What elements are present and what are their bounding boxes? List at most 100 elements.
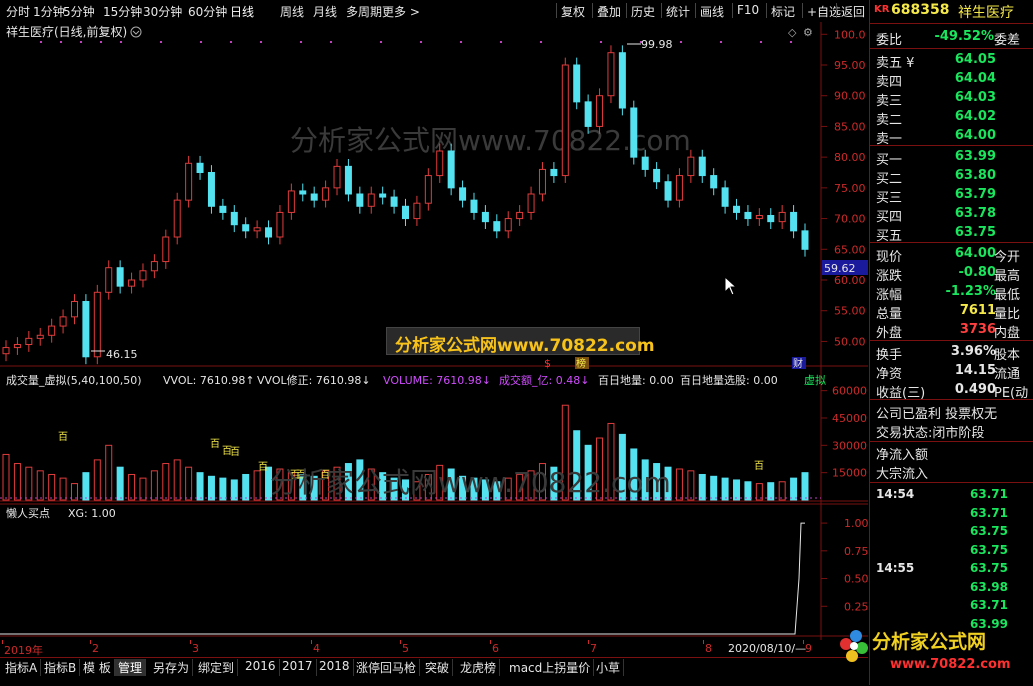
indicator-tab-7[interactable]: 2017 (279, 659, 317, 676)
volume-metric: VVOL修正: 7610.98↓ (257, 373, 371, 387)
hundred-day-marker: 百 (230, 446, 240, 458)
volume-bar (801, 472, 809, 501)
indicator-tab-1[interactable]: 指标B (41, 659, 81, 676)
volume-bar (150, 470, 158, 501)
candle (82, 301, 90, 358)
tool-button-2[interactable]: 历史 (631, 3, 655, 20)
candle (276, 211, 284, 238)
price-tick: 65.00 (834, 243, 866, 256)
candle (390, 196, 398, 207)
indicator-tabs: 指标A 指标B 模 板管理 另存为 绑定到 2016 2017 2018 涨停回马枪 突破 龙虎榜 m… (0, 657, 868, 686)
trade-status: 交易状态:闭市阶段 (876, 426, 985, 441)
tool-button-6[interactable]: 标记 (771, 3, 795, 20)
indicator-tick: 0.25 (844, 600, 868, 613)
candle (790, 211, 798, 232)
period-button-4[interactable]: 30分钟 (143, 3, 182, 20)
tool-button-3[interactable]: 统计 (666, 3, 690, 20)
volume-bar (82, 472, 90, 501)
candle (687, 156, 695, 177)
period-button-7[interactable]: 周线 (280, 3, 304, 20)
ask-row: 卖三 64.03 (876, 90, 996, 109)
candle (710, 175, 718, 189)
tool-button-0[interactable]: 复权 (561, 3, 585, 20)
indicator-tick: 0.75 (844, 545, 868, 558)
site-logo: 分析家公式网 www.70822.com (840, 630, 1011, 672)
indicator-tab-3[interactable]: 管理 (115, 659, 147, 676)
candle (470, 199, 478, 213)
volume-bar (790, 477, 798, 501)
indicator-tab-8[interactable]: 2018 (316, 659, 354, 676)
indicator-tick: 0.50 (844, 573, 868, 586)
candle (299, 190, 307, 195)
indicator-tab-10[interactable]: 突破 (422, 659, 454, 676)
indicator-tab-0[interactable]: 指标A (2, 659, 42, 676)
hundred-day-marker: 百 (754, 460, 764, 472)
volume-metric: 虚拟 (804, 373, 826, 387)
period-button-3[interactable]: 15分钟 (103, 3, 142, 20)
indicator-tab-2[interactable]: 模 板 (80, 659, 115, 676)
volume-bar (744, 481, 752, 501)
period-button-6[interactable]: 日线 (230, 3, 254, 20)
date-label: 4 (313, 642, 320, 655)
tool-button-4[interactable]: 画线 (700, 3, 724, 20)
candle (733, 205, 741, 213)
diamond-icon[interactable]: ◇ (788, 26, 797, 39)
volume-chart-title: 成交量_虚拟(5,40,100,50) (6, 373, 142, 387)
volume-bar (116, 466, 124, 501)
candle (561, 64, 569, 177)
period-button-5[interactable]: 60分钟 (188, 3, 227, 20)
candle (584, 101, 592, 127)
candle (36, 334, 44, 339)
indicator-tab-4[interactable]: 另存为 (150, 659, 194, 676)
candle (675, 175, 683, 201)
stock-name[interactable]: 祥生医疗 (958, 2, 1014, 22)
volume-bar (162, 463, 170, 501)
candle (481, 211, 489, 223)
volume-bar (219, 477, 227, 501)
candle (344, 165, 352, 195)
period-button-2[interactable]: 5分钟 (63, 3, 95, 20)
period-button-9[interactable]: 多周期 (346, 3, 382, 20)
candle (493, 221, 501, 232)
period-button-1[interactable]: 1分钟 (33, 3, 65, 20)
price-tick: 85.00 (834, 120, 866, 133)
current-price-label: 59.62 (824, 262, 856, 275)
indicator-tab-9[interactable]: 涨停回马枪 (353, 659, 421, 676)
indicator-tab-13[interactable]: 小草 (593, 659, 625, 676)
candle (150, 261, 158, 272)
indicator-tab-12[interactable]: macd上拐量价 (506, 659, 595, 676)
tool-button-1[interactable]: 叠加 (597, 3, 621, 20)
date-label: 7 (590, 642, 597, 655)
tool-button-5[interactable]: F10 (737, 3, 759, 17)
candle (139, 270, 147, 281)
quote-panel: KR 688358 祥生医疗 委比 -49.52% 委差 卖五 ¥64.05 卖四… (869, 0, 1033, 685)
candle (105, 267, 113, 293)
fundamental-row: 净资 14.15 流通 (876, 363, 1021, 382)
tick-row: 63.71 (970, 505, 1008, 520)
stat-row: 外盘 3736 内盘 (876, 322, 1021, 341)
volume-bar (721, 477, 729, 501)
candle (242, 224, 250, 232)
gear-icon[interactable]: ⚙ (803, 26, 813, 39)
flower-logo-icon (840, 630, 868, 662)
volume-bar (173, 459, 181, 501)
volume-bar (2, 453, 10, 501)
period-button-8[interactable]: 月线 (313, 3, 337, 20)
main-chart-title: 祥生医疗(日线,前复权) (6, 24, 127, 39)
price-tick: 50.00 (834, 335, 866, 348)
candle (59, 316, 67, 327)
indicator-tab-6[interactable]: 2016 (242, 659, 280, 676)
candle (447, 150, 455, 189)
tick-row: 14:54 63.71 (876, 487, 1008, 501)
candle (185, 162, 193, 201)
volume-bar (778, 481, 786, 501)
period-button-0[interactable]: 分时 (6, 3, 30, 20)
indicator-tab-11[interactable]: 龙虎榜 (457, 659, 501, 676)
stock-code[interactable]: 688358 (891, 2, 949, 18)
period-button-10[interactable]: 更多 > (382, 3, 420, 20)
candle (173, 199, 181, 238)
tool-button-8[interactable]: 返回 (841, 3, 865, 20)
logo-text: 分析家公式网 (872, 630, 986, 653)
indicator-tab-5[interactable]: 绑定到 (195, 659, 239, 676)
volume-bar (13, 463, 21, 501)
